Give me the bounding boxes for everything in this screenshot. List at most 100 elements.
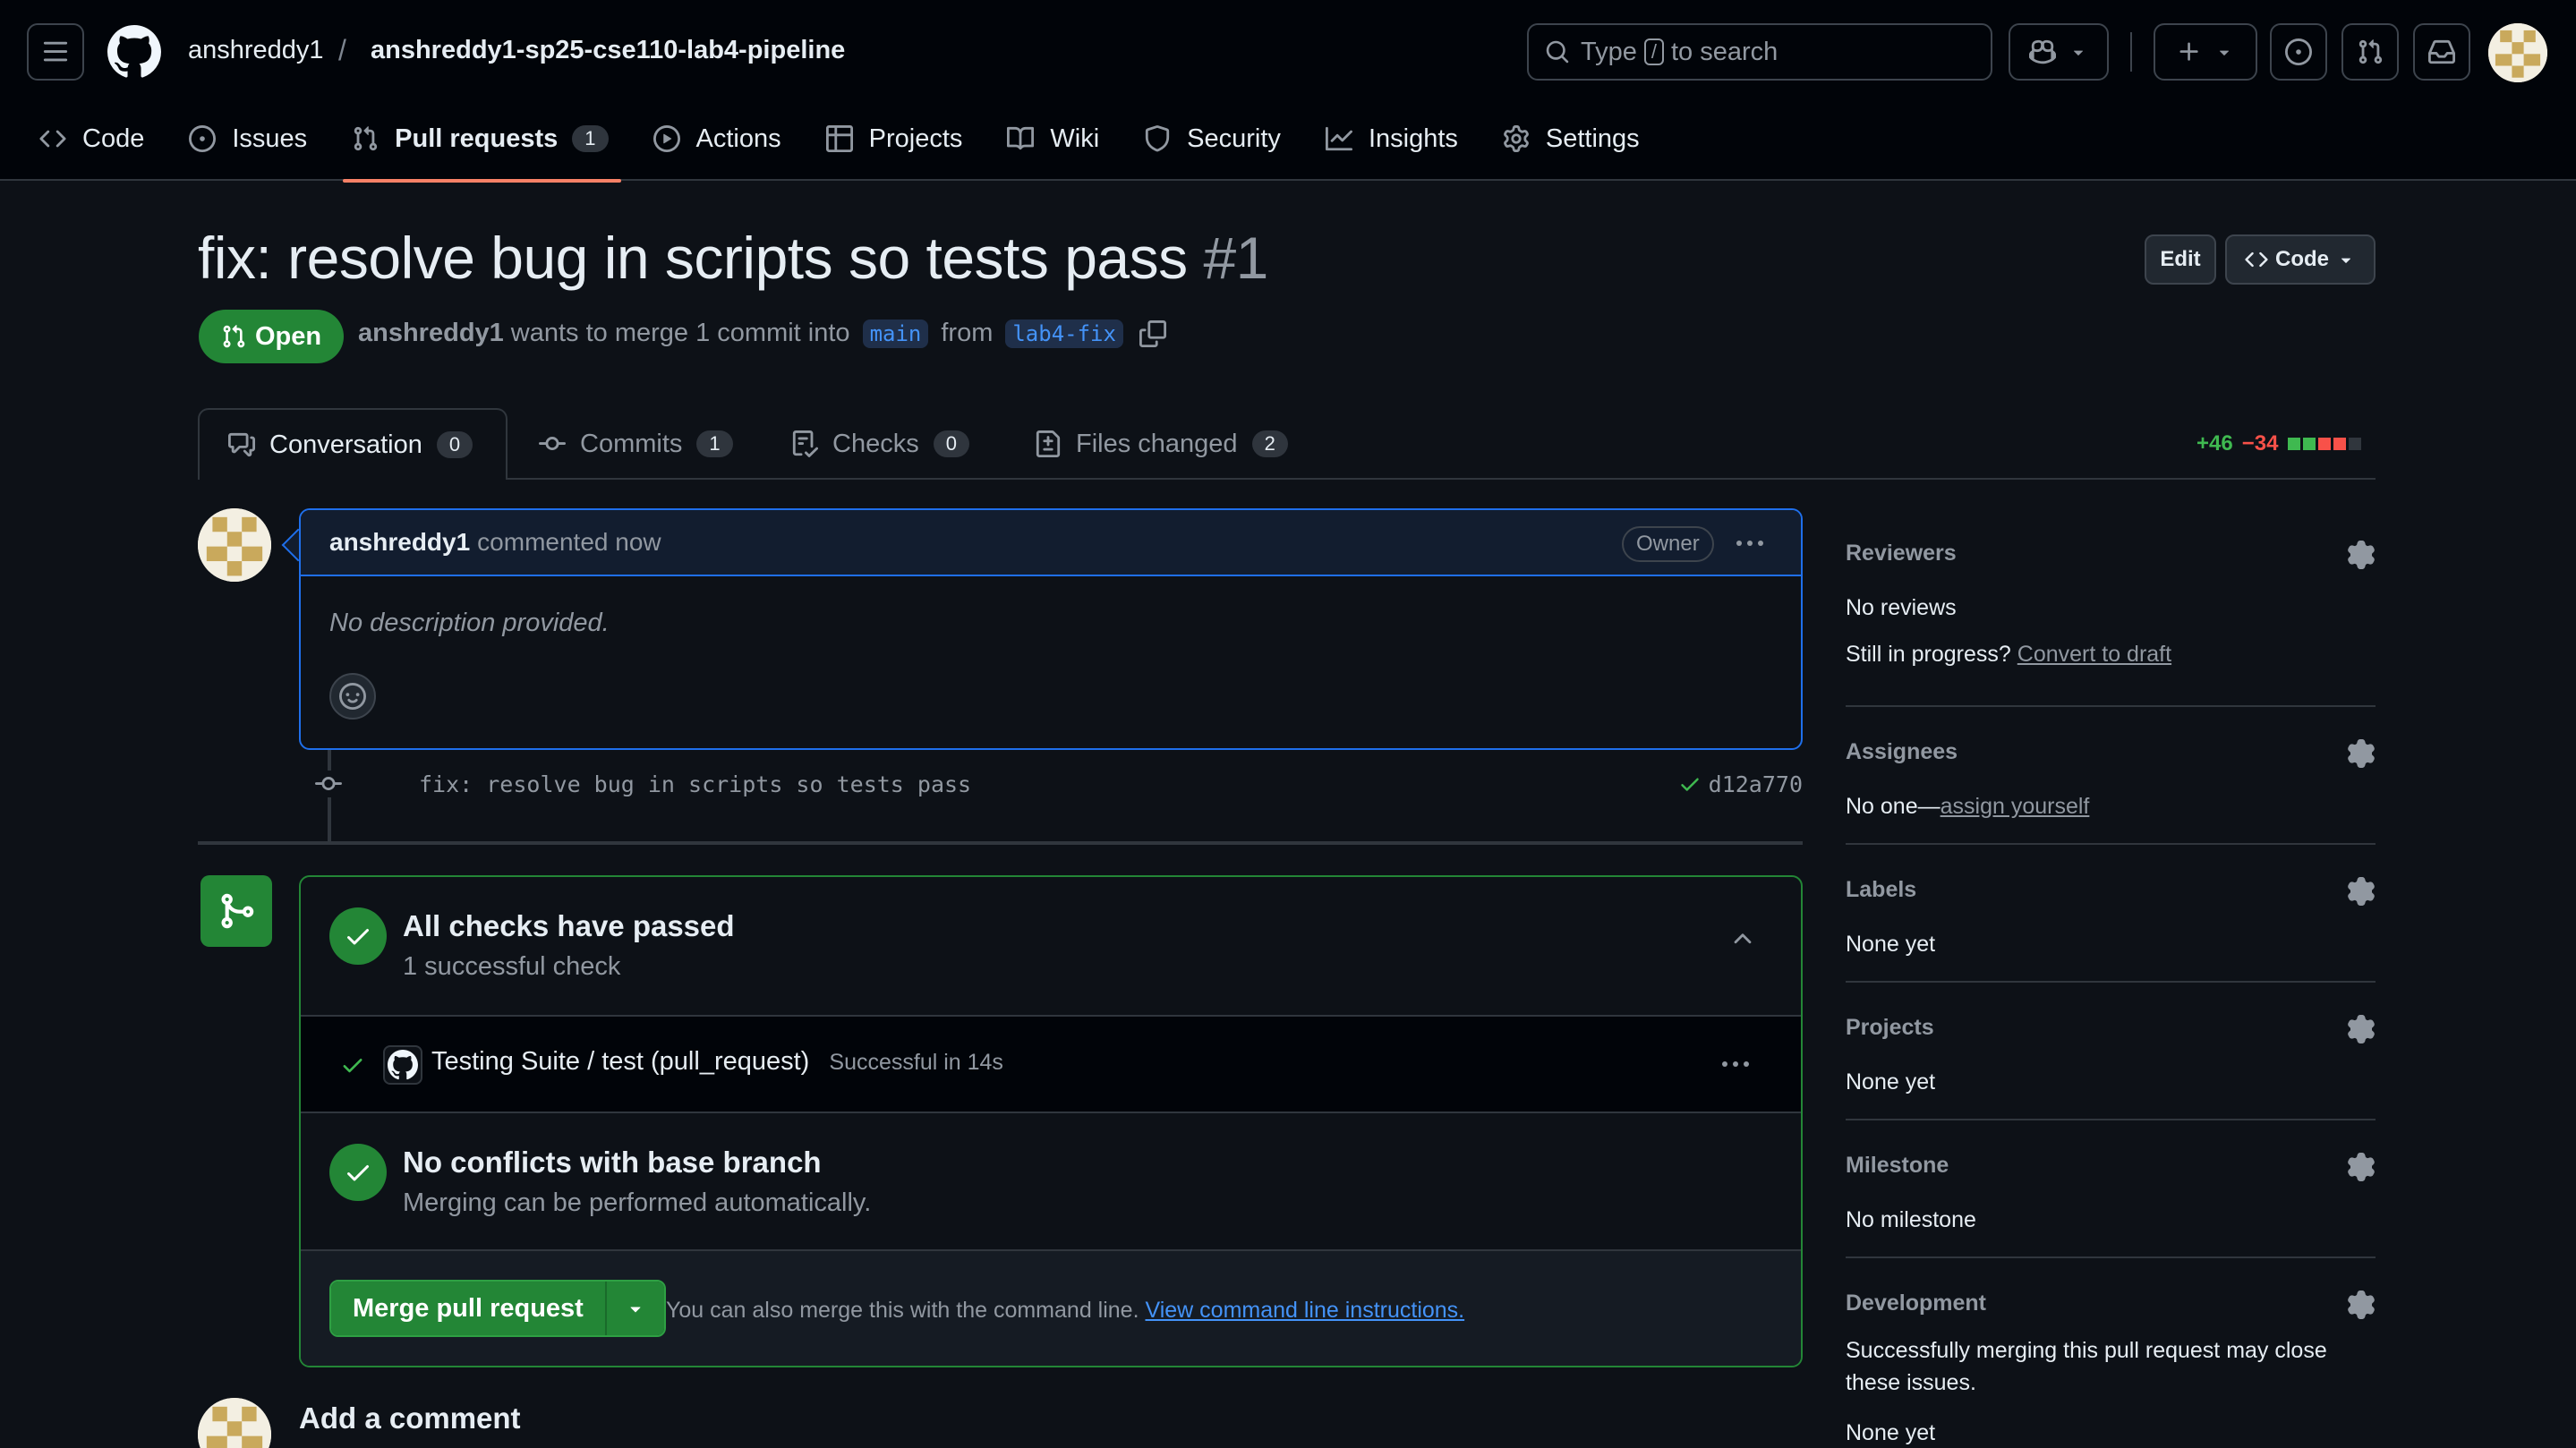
tab-label: Checks (832, 429, 919, 458)
inbox-icon (2428, 39, 2455, 64)
sidebar-assignees: Assignees No one—assign yourself (1846, 739, 2376, 845)
diffstat-block (2303, 438, 2316, 450)
convert-to-draft-link[interactable]: Convert to draft (2017, 642, 2171, 667)
head-branch[interactable]: lab4-fix (1005, 319, 1123, 348)
conflicts-title: No conflicts with base branch (403, 1146, 822, 1179)
search-input[interactable]: Type / to search (1527, 23, 1992, 81)
repo-nav-code[interactable]: Code (39, 116, 144, 161)
play-icon (653, 125, 680, 152)
sidebar-development-note: Successfully merging this pull request m… (1846, 1338, 2327, 1395)
merge-pull-request-button[interactable]: Merge pull request (331, 1282, 607, 1335)
sidebar-title: Development (1846, 1290, 1986, 1316)
breadcrumb-owner[interactable]: anshreddy1 (188, 36, 324, 65)
repo-nav-settings[interactable]: Settings (1503, 116, 1640, 161)
sidebar-draft-row: Still in progress? Convert to draft (1846, 638, 2376, 670)
pr-description-comment: anshreddy1 commented now Owner No descri… (299, 508, 1803, 750)
code-dropdown-button[interactable]: Code (2225, 234, 2376, 285)
sidebar-reviewers: Reviewers No reviews Still in progress? … (1846, 541, 2376, 707)
check-icon[interactable] (1678, 772, 1702, 796)
git-merge-icon (221, 893, 254, 929)
edit-title-button[interactable]: Edit (2145, 234, 2216, 285)
gear-icon[interactable] (2347, 877, 2376, 906)
breadcrumb-repo[interactable]: anshreddy1-sp25-cse110-lab4-pipeline (371, 36, 845, 65)
repo-nav-insights[interactable]: Insights (1325, 116, 1458, 161)
tab-count: 1 (696, 430, 733, 457)
diffstat-deletions: −34 (2241, 431, 2279, 456)
chevron-up-icon[interactable] (1729, 925, 1756, 952)
commit-sha-link[interactable]: d12a770 (1709, 771, 1803, 797)
global-header: anshreddy1 / anshreddy1-sp25-cse110-lab4… (0, 0, 2576, 183)
github-logo-icon[interactable] (107, 25, 161, 79)
sidebar-title: Milestone (1846, 1153, 1949, 1178)
shield-icon (1146, 125, 1170, 152)
command-line-instructions-link[interactable]: View command line instructions. (1145, 1298, 1464, 1323)
tab-commits[interactable]: Commits 1 (539, 408, 733, 480)
repo-nav-actions[interactable]: Actions (653, 116, 781, 161)
repo-nav-label: Code (82, 124, 145, 153)
github-logo-icon (388, 1050, 418, 1080)
repo-nav-security[interactable]: Security (1144, 116, 1281, 161)
copilot-button[interactable] (2009, 23, 2109, 81)
gear-icon[interactable] (2347, 739, 2376, 768)
gear-icon[interactable] (2347, 541, 2376, 569)
sidebar-projects-value: None yet (1846, 1069, 1936, 1095)
checks-summary[interactable]: All checks have passed 1 successful chec… (301, 877, 1801, 1017)
copy-icon[interactable] (1139, 319, 1166, 347)
repo-nav-projects[interactable]: Projects (825, 116, 963, 161)
pr-meta: anshreddy1 wants to merge 1 commit into … (358, 319, 1166, 348)
add-reaction-button[interactable] (329, 673, 376, 720)
sidebar-title: Projects (1846, 1015, 1934, 1040)
comment-options-icon[interactable] (1736, 541, 1763, 546)
identicon-icon (198, 508, 271, 582)
comment-author-avatar[interactable] (198, 508, 271, 582)
comment-author[interactable]: anshreddy1 (329, 528, 470, 557)
pr-from-text: from (941, 319, 994, 347)
gear-icon (1504, 125, 1529, 152)
repo-nav-wiki[interactable]: Wiki (1007, 116, 1099, 161)
repo-nav-label: Wiki (1050, 124, 1100, 153)
base-branch[interactable]: main (862, 319, 929, 348)
merge-method-dropdown[interactable] (606, 1282, 664, 1335)
gear-icon[interactable] (2347, 1153, 2376, 1181)
tab-label: Files changed (1076, 429, 1238, 458)
assign-yourself-link[interactable]: assign yourself (1941, 794, 2090, 819)
repo-nav-label: Projects (868, 124, 963, 153)
tab-files-changed[interactable]: Files changed 2 (1035, 408, 1288, 480)
checks-title: All checks have passed (403, 909, 735, 942)
current-user-avatar (198, 1398, 271, 1448)
commit-message-link[interactable]: fix: resolve bug in scripts so tests pas… (419, 771, 971, 797)
checklist-icon (792, 430, 818, 457)
inbox-button[interactable] (2413, 23, 2470, 81)
sidebar-milestone-value: No milestone (1846, 1207, 1976, 1232)
create-new-button[interactable] (2154, 23, 2257, 81)
pull-requests-button[interactable] (2341, 23, 2399, 81)
issues-button[interactable] (2270, 23, 2327, 81)
tab-checks[interactable]: Checks 0 (791, 408, 969, 480)
user-avatar[interactable] (2488, 23, 2547, 82)
repo-nav-issues[interactable]: Issues (189, 116, 307, 161)
pr-author-link[interactable]: anshreddy1 (358, 319, 504, 348)
check-circle-icon (329, 907, 387, 965)
tab-count: 2 (1251, 430, 1288, 457)
timeline-break (198, 841, 1803, 845)
merge-status-icon (200, 875, 272, 947)
tab-conversation[interactable]: Conversation 0 (198, 408, 508, 480)
pull-requests-count: 1 (572, 125, 609, 152)
check-run-options-icon[interactable] (1722, 1061, 1749, 1067)
sidebar-development: Development Successfully merging this pu… (1846, 1290, 2376, 1448)
merge-hint: You can also merge this with the command… (666, 1298, 1464, 1324)
gear-icon[interactable] (2347, 1290, 2376, 1319)
hamburger-icon (43, 41, 68, 62)
search-placeholder-suffix: to search (1671, 37, 1778, 66)
sidebar-milestone: Milestone No milestone (1846, 1153, 2376, 1258)
search-placeholder-prefix: Type (1581, 37, 1637, 66)
check-run-row[interactable]: Testing Suite / test (pull_request) Succ… (301, 1017, 1801, 1113)
repo-nav-label: Pull requests (395, 124, 559, 153)
triangle-down-icon (2219, 50, 2230, 55)
add-comment-heading: Add a comment (299, 1401, 521, 1435)
sidebar-assignees-value: No one—assign yourself (1846, 790, 2376, 822)
gear-icon[interactable] (2347, 1015, 2376, 1043)
repo-nav-pull-requests[interactable]: Pull requests 1 (343, 116, 621, 183)
diffstat-block (2333, 438, 2347, 450)
menu-button[interactable] (27, 23, 84, 81)
